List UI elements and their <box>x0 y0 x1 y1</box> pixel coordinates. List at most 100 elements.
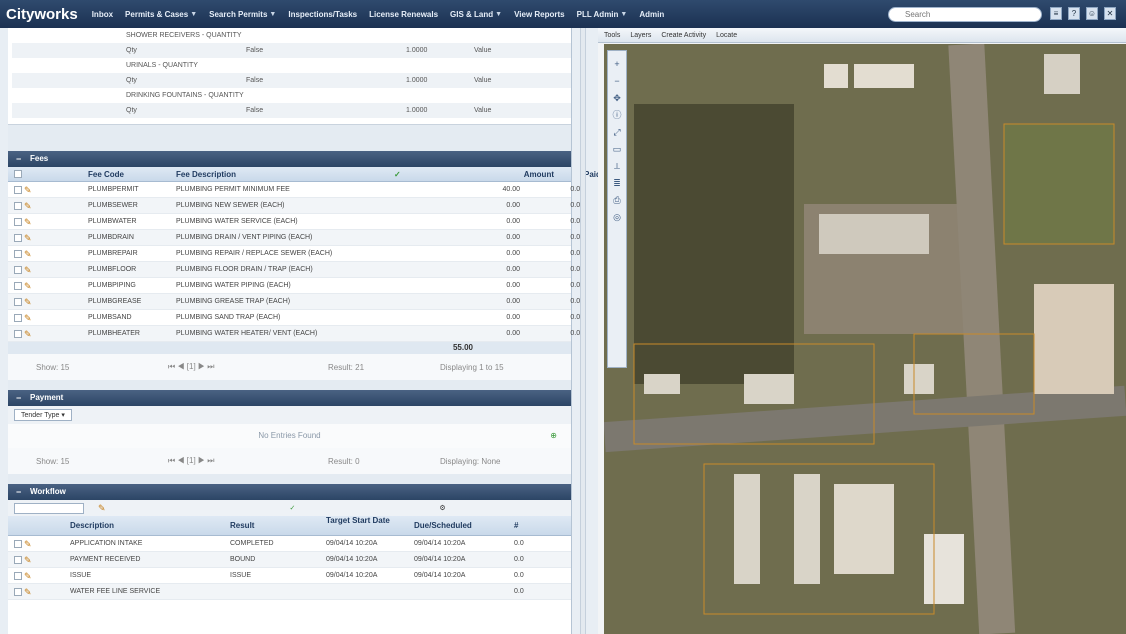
map-imagery[interactable] <box>604 44 1126 634</box>
nav-item[interactable]: PLL Admin ▼ <box>571 10 634 19</box>
table-row[interactable]: ✎ PLUMBGREASE PLUMBING GREASE TRAP (EACH) 0… <box>8 294 584 310</box>
edit-icon[interactable]: ✎ <box>98 503 106 514</box>
locate-icon[interactable]: ◎ <box>613 210 621 224</box>
pan-icon[interactable]: ✥ <box>613 91 621 105</box>
nav-item[interactable]: License Renewals <box>363 10 444 19</box>
page-nav[interactable]: ⏮ ◀ [1] ▶ ⏭ <box>168 456 214 466</box>
nav-item[interactable]: View Reports <box>508 10 571 19</box>
fee-paid: 0.00 <box>570 330 584 337</box>
map-tool-button[interactable]: Layers <box>630 32 651 39</box>
edit-icon[interactable]: ✎ <box>24 584 70 603</box>
select-all-checkbox[interactable] <box>8 167 88 183</box>
collapse-icon[interactable]: − <box>16 151 21 167</box>
table-row[interactable]: ✎ PLUMBPERMIT PLUMBING PERMIT MINIMUM FEE 4… <box>8 182 584 198</box>
map-tool-button[interactable]: Tools <box>604 32 620 39</box>
layers-icon[interactable]: ≣ <box>613 176 621 190</box>
table-row[interactable]: ✎ PLUMBFLOOR PLUMBING FLOOR DRAIN / TRAP (… <box>8 262 584 278</box>
workflow-header[interactable]: − Workflow <box>8 484 571 500</box>
map-tool-button[interactable]: Locate <box>716 32 737 39</box>
nav-item[interactable]: Inspections/Tasks <box>282 10 363 19</box>
nav-item-label: Inbox <box>91 9 114 19</box>
quantity-row: Qty False 1.0000 Value <box>12 103 571 118</box>
row-checkbox[interactable] <box>8 584 24 603</box>
quantity-cell: DRINKING FOUNTAINS - QUANTITY <box>126 92 244 99</box>
add-icon[interactable]: ⊕ <box>550 424 557 448</box>
nav-item-label: PLL Admin <box>576 9 619 19</box>
desc-header[interactable]: Description <box>70 516 230 535</box>
target-date-header[interactable]: Target Start Date <box>326 516 414 535</box>
table-row[interactable]: ✎ PAYMENT RECEIVED BOUND 09/04/14 10:20A 09/… <box>8 552 571 568</box>
quantity-cell: 1.0000 <box>406 107 428 114</box>
table-row[interactable]: ✎ PLUMBSEWER PLUMBING NEW SEWER (EACH) 0.00… <box>8 198 584 214</box>
quantity-cell <box>246 28 406 43</box>
workflow-filter-select[interactable] <box>14 502 84 514</box>
collapse-icon[interactable]: − <box>16 390 21 406</box>
nav-item[interactable]: Admin <box>633 10 670 19</box>
main-nav: Inbox Permits & Cases ▼ Search Permits ▼ Insp… <box>86 0 671 28</box>
page-size[interactable]: Show: 15 <box>36 363 69 372</box>
quantity-cell: Qty <box>126 107 137 114</box>
settings-icon[interactable]: ⚙ <box>439 504 445 512</box>
table-row[interactable]: ✎ PLUMBREPAIR PLUMBING REPAIR / REPLACE SE… <box>8 246 584 262</box>
check-icon: ✓ <box>394 170 401 179</box>
print-icon[interactable]: ⎙ <box>613 193 620 207</box>
map-tool-button[interactable]: Create Activity <box>661 32 706 39</box>
help-icon[interactable]: ? <box>1068 7 1080 20</box>
measure-icon[interactable]: ⟂ <box>614 159 620 173</box>
fee-code-header[interactable]: Fee Code <box>88 167 176 183</box>
nav-item[interactable]: Permits & Cases ▼ <box>119 10 203 19</box>
nav-item[interactable]: Search Permits ▼ <box>203 10 282 19</box>
edit-icon[interactable]: ✎ <box>24 326 40 345</box>
payment-header[interactable]: − Payment <box>8 390 571 406</box>
user-icon[interactable]: ☺ <box>1086 7 1098 20</box>
table-row[interactable]: ✎ ISSUE ISSUE 09/04/14 10:20A 09/04/14 10:20… <box>8 568 571 584</box>
zoom-in-icon[interactable]: + <box>614 57 619 71</box>
quantity-row: Qty False 1.0000 Value <box>12 43 571 58</box>
page-size[interactable]: Show: 15 <box>36 457 69 466</box>
page-nav[interactable]: ⏮ ◀ [1] ▶ ⏭ <box>168 362 214 372</box>
aerial-map[interactable]: + − ✥ ⓘ ⤢ ▭ ⟂ ≣ ⎙ ◎ <box>604 44 1126 634</box>
quantity-cell: Qty <box>126 77 137 84</box>
row-checkbox[interactable] <box>8 326 24 345</box>
nav-item-label: License Renewals <box>369 9 439 19</box>
fees-header[interactable]: − Fees <box>8 151 571 167</box>
collapse-icon[interactable]: − <box>16 484 21 500</box>
map-panel: Tools Layers Create Activity Locate + − … <box>598 28 1126 634</box>
table-row[interactable]: ✎ PLUMBSAND PLUMBING SAND TRAP (EACH) 0.00 0… <box>8 310 584 326</box>
quantity-cell: 1.0000 <box>406 77 428 84</box>
table-row[interactable]: ✎ PLUMBHEATER PLUMBING WATER HEATER/ VENT … <box>8 326 584 345</box>
table-row[interactable]: ✎ PLUMBWATER PLUMBING WATER SERVICE (EACH)… <box>8 214 584 230</box>
table-row[interactable]: ✎ PLUMBPIPING PLUMBING WATER PIPING (EACH)… <box>8 278 584 294</box>
tender-type-select[interactable]: Tender Type ▾ <box>14 409 72 421</box>
check-icon[interactable]: ✓ <box>290 504 296 512</box>
select-icon[interactable]: ▭ <box>613 142 622 156</box>
table-row[interactable]: ✎ PLUMBDRAIN PLUMBING DRAIN / VENT PIPING … <box>8 230 584 246</box>
chevron-down-icon: ▼ <box>269 10 277 18</box>
app-logo[interactable]: Cityworks <box>0 6 86 23</box>
workflow-title: Workflow <box>30 487 66 496</box>
result-header[interactable]: Result <box>230 516 326 535</box>
amount-header[interactable]: Amount <box>524 167 554 183</box>
quantity-cell <box>12 88 126 103</box>
nav-item-label: Admin <box>639 9 665 19</box>
logout-icon[interactable]: ✕ <box>1104 7 1116 20</box>
quantity-cell <box>406 88 474 103</box>
fee-desc-header[interactable]: Fee Description <box>176 167 394 183</box>
panel-splitter[interactable] <box>580 28 586 634</box>
zoom-out-icon[interactable]: − <box>614 74 619 88</box>
quantity-cell <box>12 103 126 118</box>
map-zoom-toolbar: + − ✥ ⓘ ⤢ ▭ ⟂ ≣ ⎙ ◎ <box>607 50 627 368</box>
displaying-text: Displaying: None <box>440 456 501 466</box>
quantity-cell: Value <box>474 77 492 84</box>
identify-icon[interactable]: ⓘ <box>612 108 621 122</box>
search-input[interactable] <box>888 7 1042 22</box>
quantity-cell <box>474 58 571 73</box>
full-extent-icon[interactable]: ⤢ <box>613 125 620 139</box>
list-icon[interactable]: ≡ <box>1050 7 1062 20</box>
nav-item[interactable]: Inbox <box>86 10 119 19</box>
table-row[interactable]: ✎ WATER FEE LINE SERVICE 0.0 <box>8 584 571 600</box>
table-row[interactable]: ✎ APPLICATION INTAKE COMPLETED 09/04/14 10:… <box>8 536 571 552</box>
payment-empty: No Entries Found ⊕ <box>8 424 571 448</box>
due-header[interactable]: Due/Scheduled <box>414 516 514 535</box>
nav-item[interactable]: GIS & Land ▼ <box>444 10 508 19</box>
